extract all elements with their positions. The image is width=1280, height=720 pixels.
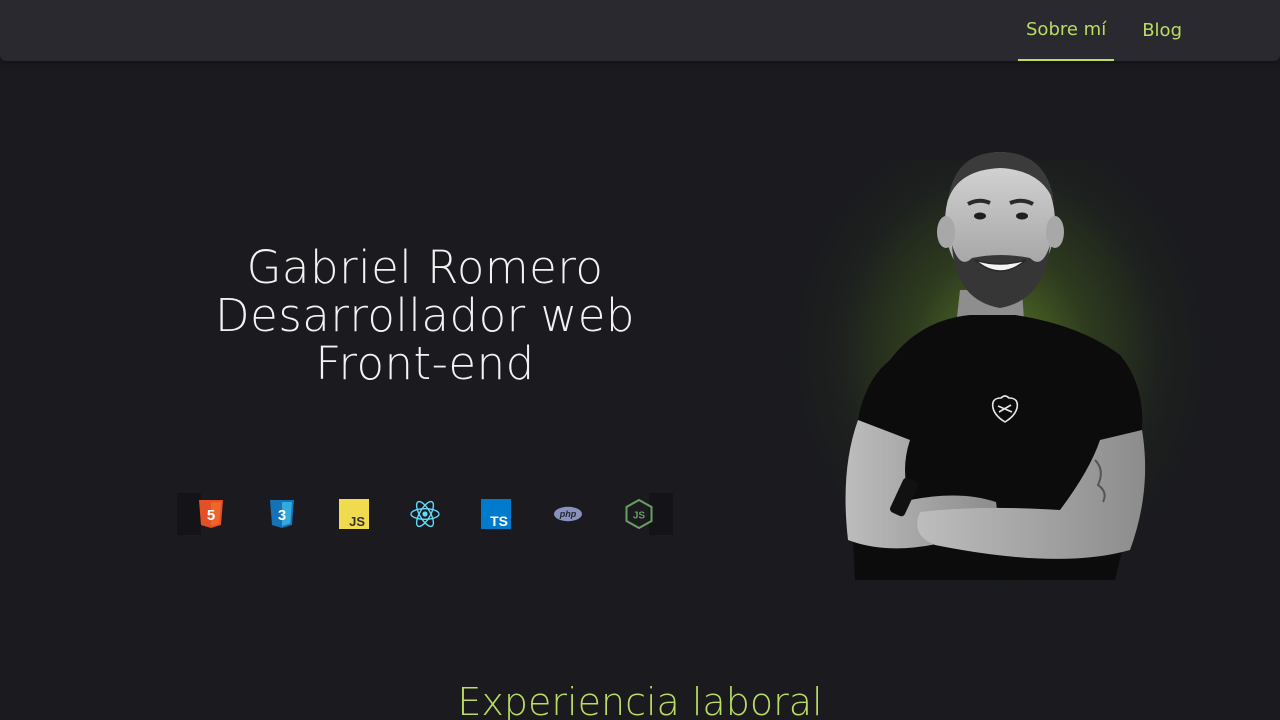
nodejs-icon: JS bbox=[623, 498, 655, 530]
svg-text:php: php bbox=[558, 509, 576, 519]
javascript-icon: JS bbox=[338, 498, 370, 530]
portrait-figure bbox=[845, 152, 1146, 580]
profile-photo bbox=[760, 140, 1230, 590]
hero-title: Gabriel Romero Desarrollador web Front-e… bbox=[175, 244, 675, 388]
nav-link-sobre-mi[interactable]: Sobre mí bbox=[1018, 0, 1115, 61]
svg-text:JS: JS bbox=[633, 511, 646, 522]
top-navigation-bar: Sobre mí Blog bbox=[0, 0, 1280, 61]
hero-name: Gabriel Romero bbox=[246, 241, 604, 294]
section-title-experiencia: Experiencia laboral bbox=[457, 680, 823, 720]
main-nav: Sobre mí Blog bbox=[1006, 0, 1192, 61]
hero-specialty: Front-end bbox=[315, 337, 535, 390]
css3-icon: 3 bbox=[266, 498, 298, 530]
svg-text:5: 5 bbox=[207, 507, 215, 524]
react-icon bbox=[409, 498, 441, 530]
hero-role: Desarrollador web bbox=[215, 289, 635, 342]
nav-link-blog[interactable]: Blog bbox=[1132, 0, 1192, 61]
svg-text:TS: TS bbox=[490, 513, 508, 529]
svg-text:JS: JS bbox=[349, 514, 365, 529]
svg-text:3: 3 bbox=[278, 507, 286, 524]
html5-icon: 5 bbox=[195, 498, 227, 530]
php-icon: php bbox=[552, 498, 584, 530]
typescript-icon: TS bbox=[480, 498, 512, 530]
tech-stack-row: 5 3 JS TS php JS bbox=[177, 493, 673, 535]
